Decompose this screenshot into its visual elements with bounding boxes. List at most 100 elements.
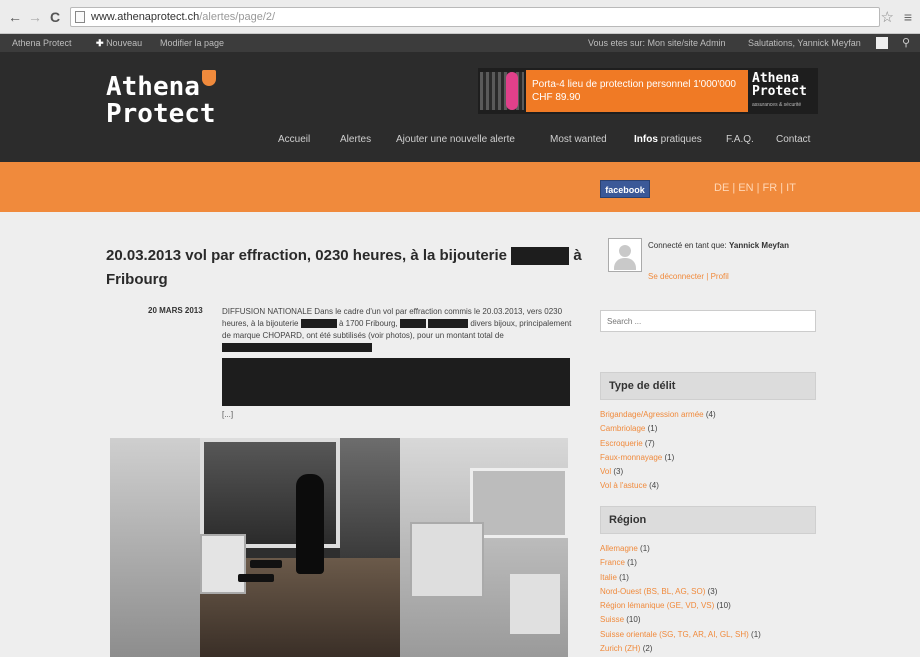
list-item[interactable]: Brigandage/Agression armée (4)	[600, 408, 716, 422]
list-item[interactable]: Vol à l'astuce (4)	[600, 479, 716, 493]
list-item[interactable]: Suisse (10)	[600, 613, 761, 627]
site-header: Athena Protect Porta-4 lieu de protectio…	[0, 52, 920, 162]
admin-edit-link[interactable]: Modifier la page	[160, 38, 224, 48]
post-date: 20 MARS 2013	[148, 306, 203, 315]
category-link[interactable]: Vol	[600, 467, 611, 476]
nav-contact[interactable]: Contact	[776, 134, 810, 145]
logo-line-2: Protect	[106, 99, 216, 129]
region-count: (10)	[716, 601, 731, 611]
category-count: (3)	[613, 467, 624, 477]
redaction-bar	[428, 319, 469, 329]
avatar-head-shape	[619, 245, 631, 257]
nav-faq[interactable]: F.A.Q.	[726, 134, 754, 145]
banner-logo-line-2: Protect	[752, 84, 807, 99]
profile-link[interactable]: Profil	[711, 272, 729, 281]
login-prefix: Connecté en tant que:	[648, 241, 727, 250]
reload-icon[interactable]: C	[50, 9, 60, 25]
surveillance-photo[interactable]	[110, 438, 568, 657]
region-count: (1)	[751, 629, 761, 639]
url-text: www.athenaprotect.ch/alertes/page/2/	[91, 11, 275, 23]
admin-avatar[interactable]	[876, 37, 888, 49]
list-item[interactable]: Zurich (ZH) (2)	[600, 642, 761, 656]
photo-stool	[250, 560, 282, 568]
category-link[interactable]: Escroquerie	[600, 439, 643, 448]
post-title[interactable]: 20.03.2013 vol par effraction, 0230 heur…	[106, 244, 586, 292]
nav-infos-bold: Infos	[634, 134, 658, 145]
nav-accueil[interactable]: Accueil	[278, 134, 310, 145]
login-username: Yannick Meyfan	[728, 241, 789, 250]
list-item[interactable]: France (1)	[600, 556, 761, 570]
nav-most-wanted[interactable]: Most wanted	[550, 134, 607, 145]
search-input[interactable]	[600, 310, 816, 332]
region-link[interactable]: Italie	[600, 573, 617, 582]
photo-left-wall	[110, 438, 200, 657]
login-status: Connecté en tant que: Yannick Meyfan	[648, 240, 798, 251]
admin-user-menu[interactable]: Salutations, Yannick Meyfan	[748, 38, 861, 48]
list-item[interactable]: Italie (1)	[600, 571, 761, 585]
region-link[interactable]: Zurich (ZH)	[600, 644, 640, 653]
redaction-bar	[399, 319, 426, 329]
banner-logo: Athena Protect	[752, 72, 807, 98]
region-link[interactable]: Nord-Ouest (BS, BL, AG, SO)	[600, 587, 705, 596]
site-logo[interactable]: Athena Protect	[106, 70, 216, 129]
photo-door	[340, 438, 400, 558]
forward-arrow-icon[interactable]: →	[28, 9, 42, 25]
region-list: Allemagne (1) France (1) Italie (1) Nord…	[600, 542, 761, 656]
language-switcher[interactable]: DE | EN | FR | IT	[714, 182, 796, 194]
redaction-bar	[511, 247, 570, 266]
avatar-body-shape	[614, 258, 636, 270]
banner-text: Porta-4 lieu de protection personnel 1'0…	[526, 70, 748, 112]
region-link[interactable]: Région lémanique (GE, VD, VS)	[600, 601, 714, 610]
admin-bar: Athena Protect ✚ Nouveau Modifier la pag…	[0, 34, 920, 52]
list-item[interactable]: Vol (3)	[600, 465, 716, 479]
category-count: (4)	[705, 410, 716, 419]
region-link[interactable]: Suisse orientale (SG, TG, AR, AI, GL, SH…	[600, 630, 749, 639]
nav-ajouter-alerte[interactable]: Ajouter une nouvelle alerte	[396, 134, 515, 145]
photo-stool	[238, 574, 274, 582]
logout-link[interactable]: Se déconnecter	[648, 272, 704, 281]
plus-icon: ✚	[96, 38, 104, 48]
list-item[interactable]: Faux-monnayage (1)	[600, 451, 716, 465]
read-more-link[interactable]: [...]	[222, 410, 233, 419]
region-link[interactable]: Suisse	[600, 615, 624, 624]
type-list: Brigandage/Agression armée (4) Cambriola…	[600, 408, 716, 494]
nav-alertes[interactable]: Alertes	[340, 134, 371, 145]
url-path: /alertes/page/2/	[199, 11, 276, 23]
logo-line-1: Athena	[106, 72, 200, 102]
region-count: (1)	[619, 572, 629, 582]
category-link[interactable]: Brigandage/Agression armée	[600, 410, 704, 419]
region-count: (1)	[627, 558, 637, 568]
category-link[interactable]: Faux-monnayage	[600, 453, 662, 462]
region-count: (10)	[626, 615, 641, 625]
region-link[interactable]: Allemagne	[600, 544, 638, 553]
list-item[interactable]: Escroquerie (7)	[600, 437, 716, 451]
list-item[interactable]: Suisse orientale (SG, TG, AR, AI, GL, SH…	[600, 628, 761, 642]
admin-search-icon[interactable]: ⚲	[902, 36, 910, 49]
nav-infos-pratiques[interactable]: Infos pratiques	[634, 134, 702, 145]
banner-accent-shape	[506, 72, 518, 110]
ad-banner[interactable]: Porta-4 lieu de protection personnel 1'0…	[478, 68, 818, 114]
region-link[interactable]: France	[600, 558, 625, 567]
admin-new-link[interactable]: ✚ Nouveau	[96, 38, 142, 49]
list-item[interactable]: Cambriolage (1)	[600, 422, 716, 436]
menu-icon[interactable]: ≡	[904, 9, 912, 25]
category-count: (1)	[664, 452, 675, 462]
list-item[interactable]: Nord-Ouest (BS, BL, AG, SO) (3)	[600, 585, 761, 599]
social-language-bar: facebook DE | EN | FR | IT	[0, 162, 920, 212]
category-link[interactable]: Vol à l'astuce	[600, 481, 647, 490]
region-count: (1)	[640, 544, 650, 553]
admin-site-switch[interactable]: Vous etes sur: Mon site/site Admin	[588, 38, 726, 48]
list-item[interactable]: Allemagne (1)	[600, 542, 761, 556]
facebook-button[interactable]: facebook	[600, 180, 650, 198]
category-link[interactable]: Cambriolage	[600, 424, 645, 433]
bookmark-star-icon[interactable]: ☆	[881, 8, 894, 26]
photo-person	[296, 474, 324, 574]
redaction-block	[222, 358, 570, 406]
back-arrow-icon[interactable]: ←	[8, 9, 22, 25]
main-content: 20.03.2013 vol par effraction, 0230 heur…	[0, 212, 920, 657]
list-item[interactable]: Région lémanique (GE, VD, VS) (10)	[600, 599, 761, 613]
address-bar[interactable]: www.athenaprotect.ch/alertes/page/2/	[70, 7, 880, 27]
admin-site-link[interactable]: Athena Protect	[12, 38, 72, 48]
banner-tagline: assurances & sécurité	[752, 102, 802, 108]
nav-infos-rest: pratiques	[660, 134, 702, 145]
